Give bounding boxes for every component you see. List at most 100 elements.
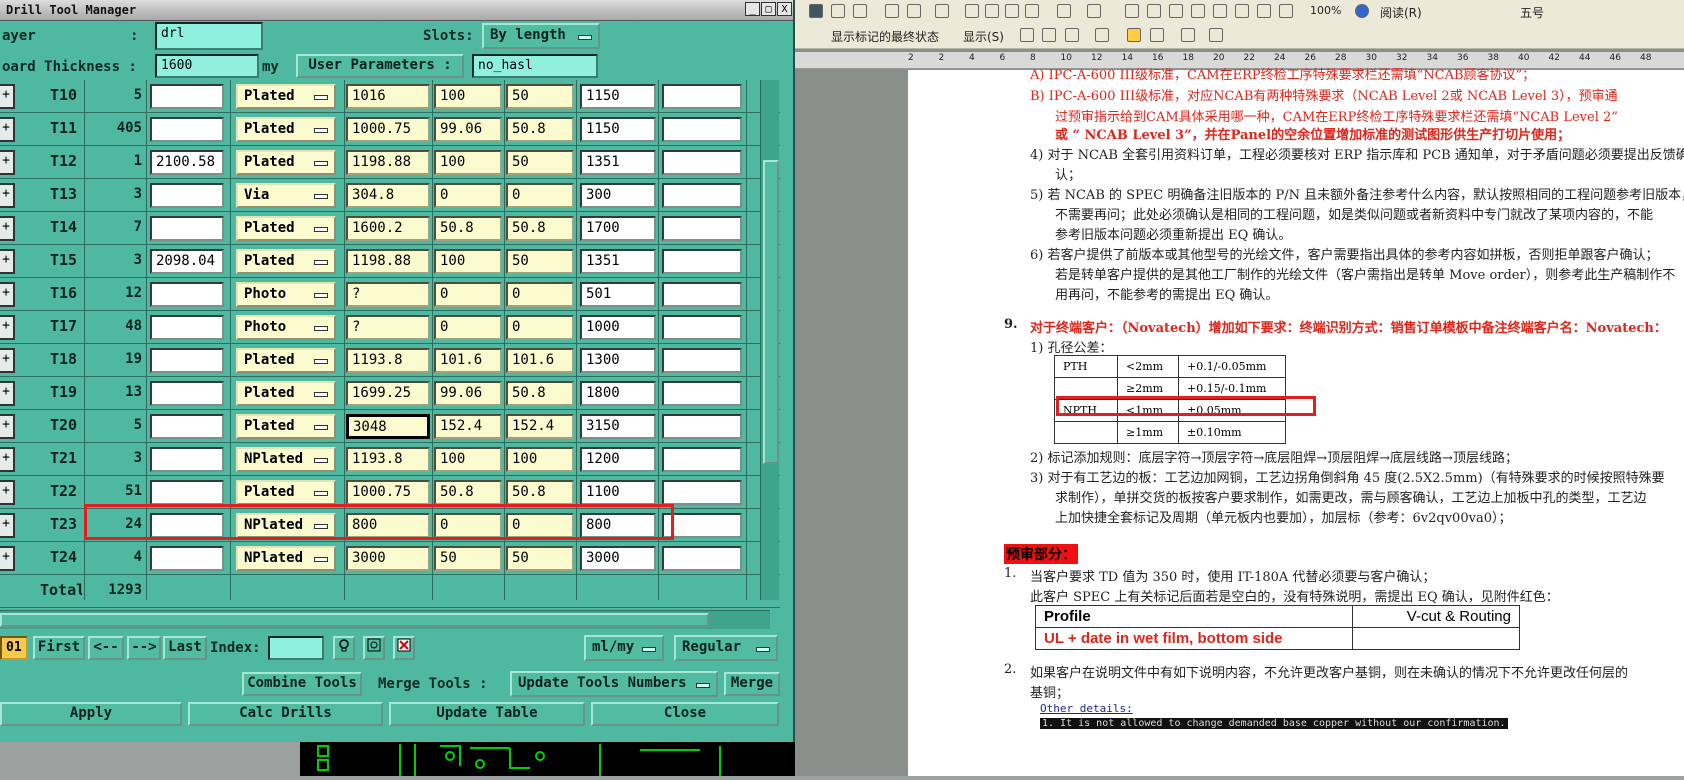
undo-icon[interactable] — [1057, 4, 1071, 18]
expand-icon[interactable]: + — [0, 216, 15, 241]
tool-field-c9[interactable] — [662, 480, 742, 505]
tool-field-c6[interactable]: 101.6 — [434, 348, 502, 373]
tool-field-c7[interactable]: 50 — [506, 150, 574, 175]
markup-display-select[interactable]: 显示标记的最终状态 — [831, 28, 939, 45]
tool-field-c6[interactable]: 50 — [434, 546, 502, 571]
plating-type-select[interactable]: Plated — [236, 249, 336, 274]
plating-type-select[interactable]: Plated — [236, 414, 336, 439]
tool-field-c7[interactable]: 50 — [506, 546, 574, 571]
image-icon[interactable] — [363, 636, 385, 660]
plating-type-select[interactable]: Plated — [236, 348, 336, 373]
print-preview-icon[interactable] — [907, 4, 921, 18]
tool-field-c7[interactable]: 0 — [506, 282, 574, 307]
tool-field-c8[interactable]: 1150 — [580, 84, 656, 109]
tool-field-c7[interactable]: 0 — [506, 183, 574, 208]
tool-field-c3[interactable]: 2100.58 — [150, 150, 224, 175]
plating-type-select[interactable]: Photo — [236, 315, 336, 340]
tool-field-c6[interactable]: 50.8 — [434, 480, 502, 505]
horizontal-scroll-thumb[interactable] — [0, 613, 709, 627]
tool-field-c9[interactable] — [662, 249, 742, 274]
plating-type-select[interactable]: NPlated — [236, 546, 336, 571]
minimize-button[interactable]: _ — [745, 2, 760, 16]
tool-field-c7[interactable]: 152.4 — [506, 414, 574, 439]
tool-field-c5[interactable]: 1193.8 — [346, 447, 430, 472]
slots-select[interactable]: By length — [482, 23, 600, 49]
tool-field-c3[interactable] — [150, 381, 224, 406]
expand-icon[interactable]: + — [0, 249, 15, 274]
tool-field-c6[interactable]: 50.8 — [434, 216, 502, 241]
apply-button[interactable]: Apply — [0, 702, 182, 726]
expand-icon[interactable]: + — [0, 282, 15, 307]
tool-field-c9[interactable] — [662, 183, 742, 208]
tool-field-c3[interactable] — [150, 447, 224, 472]
tool-field-c3[interactable] — [150, 282, 224, 307]
tool-field-c5[interactable]: ? — [346, 315, 430, 340]
reject-change-icon[interactable] — [1095, 28, 1109, 42]
document-map-icon[interactable] — [1257, 4, 1271, 18]
accept-change-icon[interactable] — [1065, 28, 1079, 42]
previous-change-icon[interactable] — [1020, 28, 1034, 42]
tool-field-c3[interactable] — [150, 117, 224, 142]
tool-field-c7[interactable]: 50.8 — [506, 117, 574, 142]
cut-icon[interactable] — [965, 4, 979, 18]
tool-field-c9[interactable] — [662, 216, 742, 241]
show-menu[interactable]: 显示(S) — [963, 28, 1004, 45]
tool-field-c6[interactable]: 152.4 — [434, 414, 502, 439]
tool-field-c5[interactable]: 1198.88 — [346, 150, 430, 175]
last-button[interactable]: Last — [163, 636, 207, 660]
tool-field-c3[interactable] — [150, 480, 224, 505]
bulb-icon[interactable] — [333, 636, 355, 660]
tool-field-c8[interactable]: 501 — [580, 282, 656, 307]
highlight-icon[interactable] — [1150, 28, 1164, 42]
expand-icon[interactable]: + — [0, 348, 15, 373]
expand-icon[interactable]: + — [0, 183, 15, 208]
tool-field-c8[interactable]: 1200 — [580, 447, 656, 472]
tool-field-c5[interactable]: 3000 — [346, 546, 430, 571]
tool-field-c8[interactable]: 300 — [580, 183, 656, 208]
expand-icon[interactable]: + — [0, 447, 15, 472]
tool-field-c9[interactable] — [662, 348, 742, 373]
tool-field-c6[interactable]: 100 — [434, 150, 502, 175]
tool-field-c6[interactable]: 99.06 — [434, 381, 502, 406]
plating-type-select[interactable]: Plated — [236, 84, 336, 109]
insert-excel-icon[interactable] — [1191, 4, 1205, 18]
hyperlink-icon[interactable] — [1125, 4, 1139, 18]
tool-field-c9[interactable] — [662, 447, 742, 472]
tool-field-c3[interactable]: 2098.04 — [150, 249, 224, 274]
combine-tools-button[interactable]: Combine Tools — [242, 672, 362, 696]
tool-field-c8[interactable]: 1351 — [580, 249, 656, 274]
tool-field-c9[interactable] — [662, 150, 742, 175]
expand-icon[interactable]: + — [0, 150, 15, 175]
calc-drills-button[interactable]: Calc Drills — [188, 702, 383, 726]
tool-field-c6[interactable]: 100 — [434, 84, 502, 109]
tool-field-c9[interactable] — [662, 381, 742, 406]
tool-field-c7[interactable]: 50.8 — [506, 480, 574, 505]
update-table-button[interactable]: Update Table — [389, 702, 585, 726]
email-icon[interactable] — [853, 4, 867, 18]
tool-field-c3[interactable] — [150, 84, 224, 109]
tool-field-c5[interactable]: 1600.2 — [346, 216, 430, 241]
tool-field-c7[interactable]: 50 — [506, 249, 574, 274]
tool-field-c3[interactable] — [150, 546, 224, 571]
tool-field-c3[interactable] — [150, 315, 224, 340]
tool-field-c5[interactable]: 304.8 — [346, 183, 430, 208]
next-change-icon[interactable] — [1042, 28, 1056, 42]
tool-field-c9[interactable] — [662, 513, 742, 538]
show-hide-icon[interactable] — [1279, 4, 1293, 18]
plating-type-select[interactable]: Plated — [236, 150, 336, 175]
mode-select[interactable]: Regular — [674, 635, 778, 661]
tool-field-c8[interactable]: 1100 — [580, 480, 656, 505]
vertical-scrollbar[interactable] — [760, 80, 779, 600]
tool-field-c8[interactable]: 1351 — [580, 150, 656, 175]
expand-icon[interactable]: + — [0, 84, 15, 109]
tool-field-c7[interactable]: 50.8 — [506, 216, 574, 241]
permission-icon[interactable] — [831, 4, 845, 18]
tool-field-c8[interactable]: 3000 — [580, 546, 656, 571]
insert-comment-icon[interactable] — [1127, 28, 1141, 42]
tool-field-c6[interactable]: 100 — [434, 447, 502, 472]
tool-field-c6[interactable]: 100 — [434, 249, 502, 274]
expand-icon[interactable]: + — [0, 117, 15, 142]
insert-table-icon[interactable] — [1169, 4, 1183, 18]
tool-field-c9[interactable] — [662, 282, 742, 307]
tool-field-c8[interactable]: 1700 — [580, 216, 656, 241]
